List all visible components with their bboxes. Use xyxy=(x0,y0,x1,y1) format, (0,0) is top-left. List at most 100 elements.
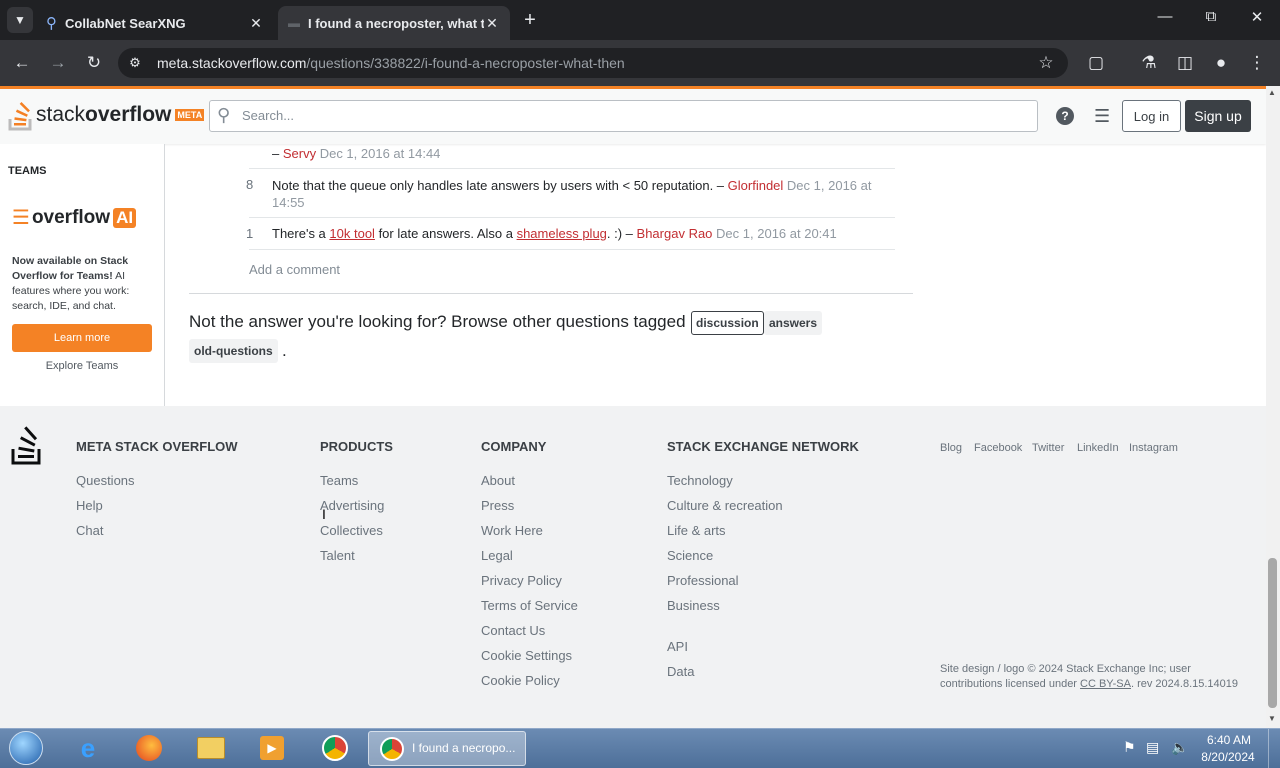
menu-kebab-icon[interactable]: ⋮ xyxy=(1244,50,1270,76)
learn-more-button[interactable]: Learn more xyxy=(12,324,152,352)
comment-divider xyxy=(249,217,895,218)
footer-link-cookie-policy[interactable]: Cookie Policy xyxy=(481,673,560,688)
footer-link-life-arts[interactable]: Life & arts xyxy=(667,523,726,538)
reload-icon[interactable]: ↻ xyxy=(81,50,107,76)
signup-button[interactable]: Sign up xyxy=(1185,100,1251,132)
footer-social-twitter[interactable]: Twitter xyxy=(1032,442,1064,454)
footer-link-collectives[interactable]: Collectives xyxy=(320,523,383,538)
footer-link-press[interactable]: Press xyxy=(481,498,514,513)
login-button[interactable]: Log in xyxy=(1122,100,1181,132)
comment-divider xyxy=(249,249,895,250)
new-tab-icon[interactable]: + xyxy=(517,7,543,33)
explore-teams-link[interactable]: Explore Teams xyxy=(12,360,152,372)
footer-heading-network[interactable]: STACK EXCHANGE NETWORK xyxy=(667,439,859,454)
footer-link-about[interactable]: About xyxy=(481,473,515,488)
stack-logo-icon[interactable] xyxy=(11,425,43,465)
minimize-icon[interactable]: — xyxy=(1150,8,1180,25)
action-center-flag-icon[interactable]: ⚑ xyxy=(1123,739,1136,756)
comment-glorfindel: Note that the queue only handles late an… xyxy=(272,178,872,193)
comment-date-continued: 14:55 xyxy=(272,195,305,210)
restore-icon[interactable]: ⧉ xyxy=(1196,8,1226,25)
footer-link-business[interactable]: Business xyxy=(667,598,720,613)
stack-logo-icon xyxy=(8,102,32,131)
teams-promo-text: Now available on Stack Overflow for Team… xyxy=(12,255,130,312)
scrollbar-thumb[interactable] xyxy=(1268,558,1277,708)
tab-necroposter[interactable]: ▬ I found a necroposter, what th ✕ xyxy=(278,6,510,40)
footer-social-linkedin[interactable]: LinkedIn xyxy=(1077,442,1119,454)
footer-link-help[interactable]: Help xyxy=(76,498,103,513)
tag-old-questions[interactable]: old-questions xyxy=(189,339,278,363)
tab-list-icon[interactable]: ▼ xyxy=(7,7,33,33)
10k-tool-link[interactable]: 10k tool xyxy=(329,226,375,241)
cc-by-sa-link[interactable]: CC BY-SA xyxy=(1080,678,1131,690)
footer-link-teams[interactable]: Teams xyxy=(320,473,358,488)
tag-answers[interactable]: answers xyxy=(764,311,823,335)
footer-link-professional[interactable]: Professional xyxy=(667,573,739,588)
page-icon: ▬ xyxy=(288,16,300,30)
scroll-up-icon[interactable]: ▲ xyxy=(1268,88,1276,97)
site-info-icon[interactable]: ⚙ xyxy=(122,50,148,76)
site-logo[interactable]: stack overflow META xyxy=(8,98,205,132)
file-explorer-icon[interactable] xyxy=(193,732,229,764)
close-window-icon[interactable]: ✕ xyxy=(1242,8,1272,26)
footer-social-blog[interactable]: Blog xyxy=(940,442,962,454)
footer-link-talent[interactable]: Talent xyxy=(320,548,355,563)
footer-link-api[interactable]: API xyxy=(667,639,688,654)
search-placeholder: Search... xyxy=(242,108,295,123)
footer-social-instagram[interactable]: Instagram xyxy=(1129,442,1178,454)
close-tab-icon[interactable]: ✕ xyxy=(484,15,500,32)
footer-link-technology[interactable]: Technology xyxy=(667,473,733,488)
chrome-icon[interactable] xyxy=(317,732,353,764)
side-panel-icon[interactable]: ◫ xyxy=(1172,50,1198,76)
clock-time[interactable]: 6:40 AM xyxy=(1200,733,1258,747)
labs-icon[interactable]: ⚗ xyxy=(1136,50,1162,76)
footer-link-chat[interactable]: Chat xyxy=(76,523,103,538)
footer-link-science[interactable]: Science xyxy=(667,548,713,563)
comment-user-link[interactable]: Bhargav Rao xyxy=(637,226,713,241)
clock-date[interactable]: 8/20/2024 xyxy=(1196,750,1260,764)
footer-social-facebook[interactable]: Facebook xyxy=(974,442,1022,454)
footer-heading-meta[interactable]: META STACK OVERFLOW xyxy=(76,439,238,454)
answer-divider xyxy=(189,293,913,294)
comment-user-link[interactable]: Glorfindel xyxy=(728,178,784,193)
footer-heading-products[interactable]: PRODUCTS xyxy=(320,439,393,454)
forward-icon[interactable]: → xyxy=(45,50,71,76)
internet-explorer-icon[interactable]: e xyxy=(70,732,106,764)
bookmark-star-icon[interactable]: ☆ xyxy=(1033,50,1059,76)
footer-link-data[interactable]: Data xyxy=(667,664,694,679)
comment-user-link[interactable]: Servy xyxy=(283,146,316,161)
site-switcher-icon[interactable]: ☰ xyxy=(1094,107,1110,125)
search-icon: ⚲ xyxy=(46,15,57,32)
text-cursor-icon: I xyxy=(322,506,326,522)
help-icon[interactable]: ? xyxy=(1056,107,1074,125)
firefox-icon[interactable] xyxy=(131,732,167,764)
volume-muted-icon[interactable]: 🔈 xyxy=(1171,739,1188,756)
profile-icon[interactable]: ● xyxy=(1208,50,1234,76)
footer-link-legal[interactable]: Legal xyxy=(481,548,513,563)
overflow-ai-logo: ☰ overflow AI xyxy=(12,205,137,230)
close-tab-icon[interactable]: ✕ xyxy=(248,15,264,32)
footer-link-advertising[interactable]: Advertising xyxy=(320,498,384,513)
footer-link-cookie-settings[interactable]: Cookie Settings xyxy=(481,648,572,663)
footer-link-culture[interactable]: Culture & recreation xyxy=(667,498,783,513)
back-icon[interactable]: ← xyxy=(9,50,35,76)
tag-discussion[interactable]: discussion xyxy=(691,311,764,335)
media-player-icon[interactable]: ▶ xyxy=(254,732,290,764)
extensions-icon[interactable]: ▢ xyxy=(1083,50,1109,76)
tab-searxng[interactable]: ⚲ CollabNet SearXNG ✕ xyxy=(36,6,274,40)
scroll-down-icon[interactable]: ▼ xyxy=(1268,714,1276,723)
footer-heading-company[interactable]: COMPANY xyxy=(481,439,546,454)
shameless-plug-link[interactable]: shameless plug xyxy=(517,226,607,241)
start-button-icon[interactable] xyxy=(6,731,46,765)
footer-link-work-here[interactable]: Work Here xyxy=(481,523,543,538)
network-icon[interactable]: ▤ xyxy=(1146,739,1159,756)
footer-link-questions[interactable]: Questions xyxy=(76,473,135,488)
footer-link-contact[interactable]: Contact Us xyxy=(481,623,545,638)
add-comment-link[interactable]: Add a comment xyxy=(249,262,340,277)
footer-link-privacy[interactable]: Privacy Policy xyxy=(481,573,562,588)
footer-link-terms[interactable]: Terms of Service xyxy=(481,598,578,613)
footer-legal-text: Site design / logo © 2024 Stack Exchange… xyxy=(940,663,1239,690)
search-input[interactable] xyxy=(209,100,1038,132)
show-desktop-button[interactable] xyxy=(1268,729,1280,768)
url-text[interactable]: meta.stackoverflow.com/questions/338822/… xyxy=(157,55,625,71)
